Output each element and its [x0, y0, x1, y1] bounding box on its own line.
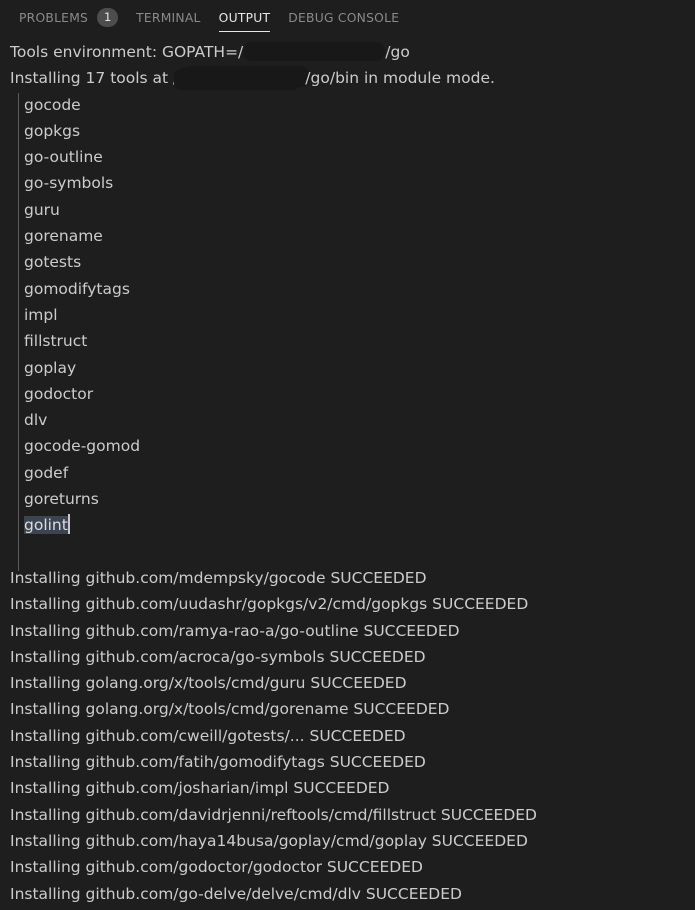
install-result-line: Installing github.com/josharian/impl SUC…: [10, 779, 390, 798]
output-content[interactable]: Tools environment: GOPATH=/ /go Installin…: [0, 35, 695, 910]
install-result-line: Installing github.com/haya14busa/goplay/…: [10, 831, 528, 850]
tab-debug-console-label: DEBUG CONSOLE: [288, 10, 400, 25]
output-line-installing-at: Installing 17 tools at / /go/bin in modul…: [0, 65, 695, 91]
install-result-line: Installing github.com/mdempsky/gocode SU…: [10, 568, 427, 587]
tab-output-label: OUTPUT: [218, 10, 271, 25]
vscode-output-panel: { "panel": { "tabs": [ { "label": "PROBL…: [0, 0, 695, 910]
tab-problems[interactable]: PROBLEMS 1: [10, 0, 127, 35]
tool-list-item: fillstruct: [24, 332, 88, 351]
selected-text: golint: [24, 516, 68, 535]
redaction-blob-gopath: [243, 41, 386, 61]
tool-list-item: godef: [24, 463, 69, 482]
problems-count-badge: 1: [97, 8, 119, 27]
tab-problems-label: PROBLEMS: [19, 10, 89, 25]
tool-list-item: gocode-gomod: [24, 437, 141, 456]
tool-list-item-selected[interactable]: golint: [0, 512, 695, 538]
tool-list-item: dlv: [24, 411, 48, 430]
install-result-line: Installing github.com/fatih/gomodifytags…: [10, 753, 426, 772]
tool-list-item: goreturns: [24, 490, 99, 509]
tool-list-item: goplay: [24, 358, 77, 377]
install-result-line: Installing github.com/acroca/go-symbols …: [10, 647, 426, 666]
install-result-line: Installing github.com/godoctor/godoctor …: [10, 858, 423, 877]
install-result-line: Installing github.com/ramya-rao-a/go-out…: [10, 621, 460, 640]
install-result-line: Installing github.com/uudashr/gopkgs/v2/…: [10, 595, 529, 614]
tab-debug-console[interactable]: DEBUG CONSOLE: [279, 0, 408, 35]
tab-terminal[interactable]: TERMINAL: [127, 0, 210, 35]
tab-terminal-label: TERMINAL: [136, 10, 201, 25]
tool-list-item: gocode: [24, 95, 81, 114]
tool-list-item: gorename: [24, 227, 103, 246]
output-line-gopath: Tools environment: GOPATH=/ /go: [0, 39, 695, 65]
tab-output[interactable]: OUTPUT: [210, 0, 280, 35]
install-result-line: Installing github.com/go-delve/delve/cmd…: [10, 884, 462, 903]
install-result-line: Installing golang.org/x/tools/cmd/gorena…: [10, 700, 450, 719]
gopath-suffix: /go: [385, 43, 410, 61]
install-results-list: Installing github.com/mdempsky/gocode SU…: [0, 565, 695, 907]
tool-list-item: go-outline: [24, 148, 103, 167]
panel-tab-bar: PROBLEMS 1 TERMINAL OUTPUT DEBUG CONSOLE: [0, 0, 695, 35]
install-result-line: Installing github.com/cweill/gotests/...…: [10, 726, 406, 745]
install-path-suffix: /go/bin in module mode.: [305, 69, 495, 88]
install-path-prefix: Installing 17 tools at /: [10, 69, 179, 88]
tool-list-item: gopkgs: [24, 121, 81, 140]
redaction-blob-install-path: [178, 66, 306, 88]
gopath-prefix: Tools environment: GOPATH=/: [10, 43, 244, 61]
install-result-line: Installing github.com/davidrjenni/reftoo…: [10, 805, 537, 824]
text-cursor: [67, 514, 70, 535]
tool-list-item: gotests: [24, 253, 82, 272]
tool-list: gocode gopkgs go-outline go-symbols guru…: [0, 92, 695, 539]
tool-list-item: go-symbols: [24, 174, 114, 193]
indent-guide: [18, 93, 19, 571]
tool-list-item: gomodifytags: [24, 279, 130, 298]
tool-list-item: godoctor: [24, 384, 94, 403]
install-result-line: Installing golang.org/x/tools/cmd/guru S…: [10, 674, 407, 693]
tool-list-item: impl: [24, 305, 58, 324]
tool-list-item: guru: [24, 200, 60, 219]
active-tab-underline: [218, 30, 271, 32]
